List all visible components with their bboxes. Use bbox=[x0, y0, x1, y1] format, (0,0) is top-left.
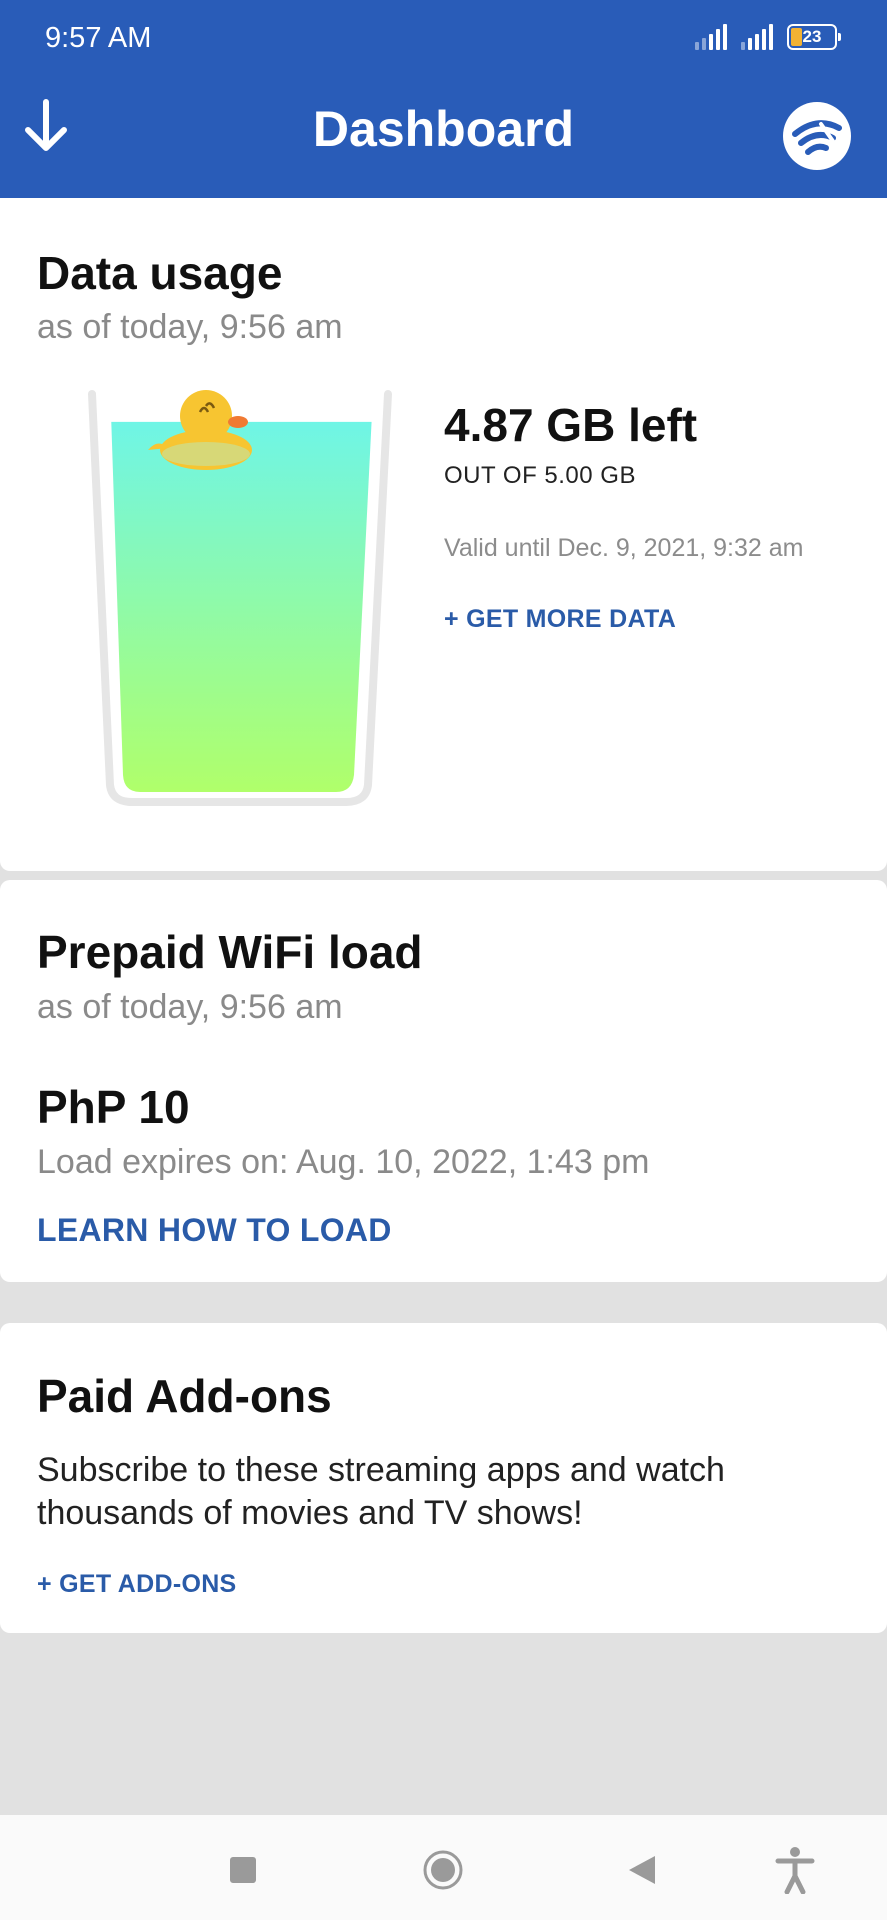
battery-icon: 23 bbox=[787, 24, 841, 50]
battery-level: 23 bbox=[802, 27, 822, 46]
status-icons: 23 bbox=[695, 24, 841, 50]
system-nav-bar bbox=[0, 1815, 887, 1920]
addons-title: Paid Add-ons bbox=[37, 1370, 332, 1422]
data-valid-until: Valid until Dec. 9, 2021, 9:32 am bbox=[444, 534, 804, 562]
signal-icon-2 bbox=[741, 24, 773, 50]
glass-water bbox=[111, 421, 372, 792]
signal-icon bbox=[695, 24, 727, 50]
data-glass-gauge bbox=[88, 390, 393, 810]
page-title: Dashboard bbox=[312, 101, 575, 157]
data-remaining: 4.87 GB left bbox=[444, 399, 698, 451]
data-usage-title: Data usage bbox=[37, 247, 283, 299]
learn-how-to-load-link[interactable]: LEARN HOW TO LOAD bbox=[37, 1212, 392, 1249]
recents-icon[interactable] bbox=[218, 1845, 268, 1895]
home-icon[interactable] bbox=[418, 1845, 468, 1895]
addons-description: Subscribe to these streaming apps and wa… bbox=[37, 1451, 725, 1532]
app-header: 9:57 AM 23 Dashboard bbox=[0, 0, 887, 198]
wifi-logo-icon[interactable] bbox=[783, 102, 851, 170]
back-icon[interactable] bbox=[617, 1845, 667, 1895]
status-time: 9:57 AM bbox=[45, 22, 152, 54]
data-total: OUT OF 5.00 GB bbox=[444, 462, 636, 489]
wifi-load-as-of: as of today, 9:56 am bbox=[37, 988, 343, 1026]
load-balance: PhP 10 bbox=[37, 1081, 190, 1133]
load-expires: Load expires on: Aug. 10, 2022, 1:43 pm bbox=[37, 1143, 650, 1181]
wifi-load-title: Prepaid WiFi load bbox=[37, 926, 423, 978]
get-addons-link[interactable]: + GET ADD-ONS bbox=[37, 1570, 237, 1599]
accessibility-icon[interactable] bbox=[770, 1845, 820, 1895]
get-more-data-link[interactable]: + GET MORE DATA bbox=[444, 605, 676, 634]
data-usage-as-of: as of today, 9:56 am bbox=[37, 308, 343, 346]
